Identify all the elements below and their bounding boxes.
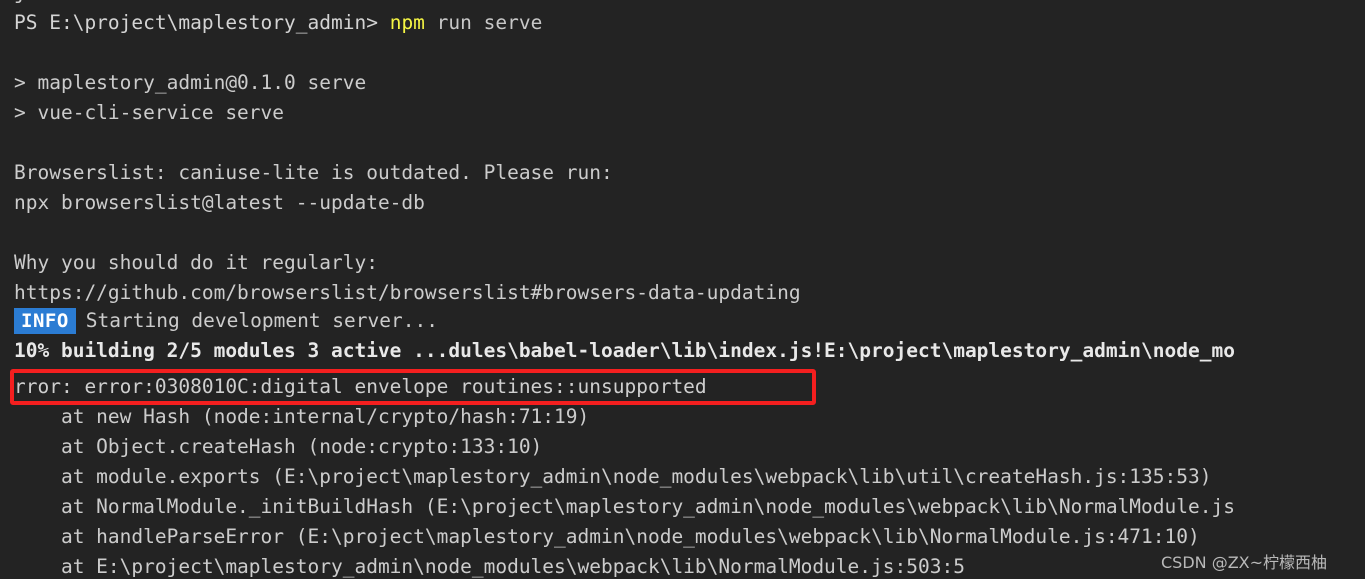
output-line-script: > vue-cli-service serve (14, 101, 285, 124)
error-message-line: rror: error:0308010C:digital envelope ro… (14, 375, 707, 398)
output-line-browserslist-warning: Browserslist: caniuse-lite is outdated. … (14, 161, 613, 184)
command-keyword-npm: npm (389, 11, 425, 34)
stack-trace-line: at module.exports (E:\project\maplestory… (14, 465, 1212, 488)
info-line: INFO Starting development server... (14, 308, 438, 334)
info-message: Starting development server... (85, 309, 438, 332)
prompt-line: PS E:\project\maplestory_admin> npm run … (14, 8, 542, 38)
stack-trace-line: at NormalModule._initBuildHash (E:\proje… (14, 495, 1235, 518)
csdn-watermark: CSDN @ZX~柠檬西柚 (1161, 553, 1328, 572)
command-arguments: run serve (424, 11, 543, 34)
scrolled-off-line-fragment: j (14, 0, 26, 8)
stack-trace-line: at handleParseError (E:\project\maplesto… (14, 525, 1200, 548)
prompt-path: PS E:\project\maplestory_admin> (14, 11, 378, 34)
info-badge: INFO (14, 308, 76, 334)
output-line-browserslist-url: https://github.com/browserslist/browsers… (14, 281, 801, 304)
output-line-package: > maplestory_admin@0.1.0 serve (14, 71, 367, 94)
output-line-browserslist-command: npx browserslist@latest --update-db (14, 191, 425, 214)
output-line-why-regularly: Why you should do it regularly: (14, 251, 378, 274)
stack-trace-line: at Object.createHash (node:crypto:133:10… (14, 435, 543, 458)
build-progress-line: 10% building 2/5 modules 3 active ...dul… (14, 339, 1235, 362)
stack-trace-line: at new Hash (node:internal/crypto/hash:7… (14, 405, 590, 428)
terminal-window[interactable]: j PS E:\project\maplestory_admin> npm ru… (0, 0, 1365, 579)
